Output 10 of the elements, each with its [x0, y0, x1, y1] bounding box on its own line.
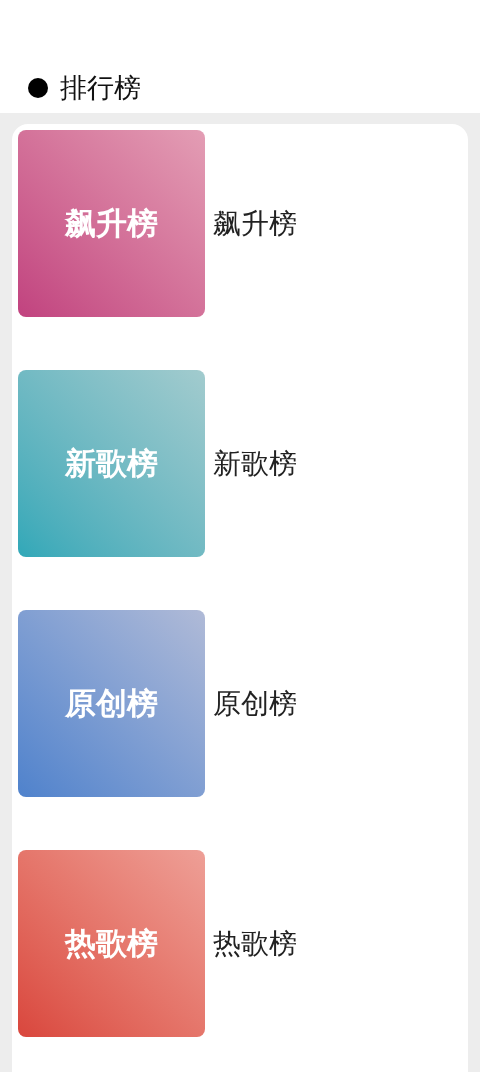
chart-cover[interactable]: 飙升榜 — [18, 130, 205, 317]
section-title: 排行榜 — [60, 70, 141, 105]
chart-name: 原创榜 — [213, 685, 297, 722]
chart-cover[interactable]: 新歌榜 — [18, 370, 205, 557]
chart-name: 飙升榜 — [213, 205, 297, 242]
chart-cover[interactable]: 原创榜 — [18, 610, 205, 797]
chart-name: 热歌榜 — [213, 925, 297, 962]
chart-cover[interactable]: 热歌榜 — [18, 850, 205, 1037]
bullet-icon — [28, 77, 48, 98]
chart-name: 新歌榜 — [213, 445, 297, 482]
